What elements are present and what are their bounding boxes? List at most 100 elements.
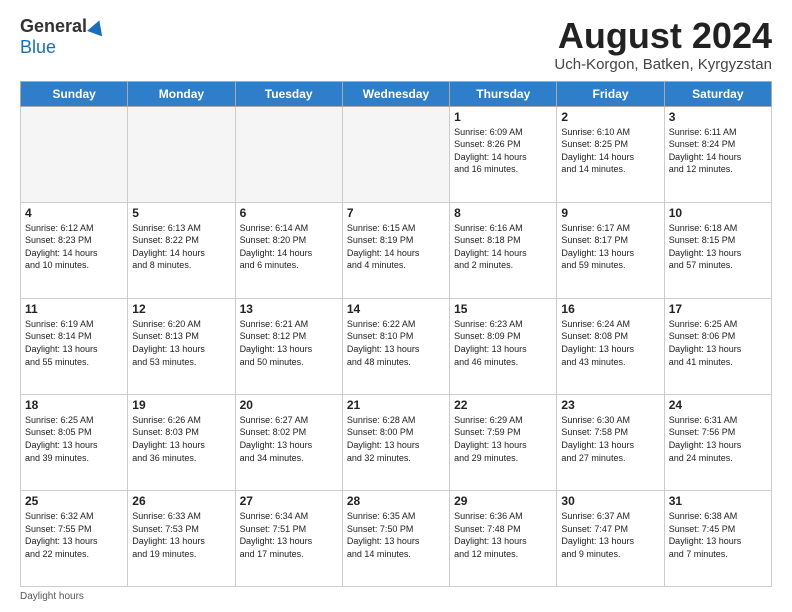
day-cell: 24 Sunrise: 6:31 AM Sunset: 7:56 PM Dayli… [664, 394, 771, 490]
header: General Blue August 2024 Uch-Korgon, Bat… [20, 16, 772, 73]
day-cell: 31 Sunrise: 6:38 AM Sunset: 7:45 PM Dayli… [664, 490, 771, 586]
calendar-location: Uch-Korgon, Batken, Kyrgyzstan [554, 56, 772, 73]
week-row-0: 1Sunrise: 6:09 AM Sunset: 8:26 PM Daylig… [21, 106, 772, 202]
day-cell: 26Sunrise: 6:33 AM Sunset: 7:53 PM Dayli… [128, 490, 235, 586]
day-cell: 10 Sunrise: 6:18 AM Sunset: 8:15 PM Dayli… [664, 202, 771, 298]
day-number: 29 [454, 494, 552, 508]
logo-triangle-icon [87, 17, 107, 36]
day-header-wednesday: Wednesday [342, 81, 449, 106]
day-info: Sunrise: 6:10 AM Sunset: 8:25 PM Dayligh… [561, 126, 659, 176]
day-cell: 16Sunrise: 6:24 AM Sunset: 8:08 PM Dayli… [557, 298, 664, 394]
week-row-1: 4Sunrise: 6:12 AM Sunset: 8:23 PM Daylig… [21, 202, 772, 298]
day-cell [342, 106, 449, 202]
day-cell: 27 Sunrise: 6:34 AM Sunset: 7:51 PM Dayli… [235, 490, 342, 586]
day-info: Sunrise: 6:29 AM Sunset: 7:59 PM Dayligh… [454, 414, 552, 464]
day-cell: 13 Sunrise: 6:21 AM Sunset: 8:12 PM Dayli… [235, 298, 342, 394]
logo-blue-text: Blue [20, 37, 56, 58]
day-cell: 3Sunrise: 6:11 AM Sunset: 8:24 PM Daylig… [664, 106, 771, 202]
day-info: Sunrise: 6:37 AM Sunset: 7:47 PM Dayligh… [561, 510, 659, 560]
day-number: 31 [669, 494, 767, 508]
day-cell: 25Sunrise: 6:32 AM Sunset: 7:55 PM Dayli… [21, 490, 128, 586]
calendar-header-row: SundayMondayTuesdayWednesdayThursdayFrid… [21, 81, 772, 106]
day-info: Sunrise: 6:25 AM Sunset: 8:05 PM Dayligh… [25, 414, 123, 464]
day-number: 30 [561, 494, 659, 508]
day-info: Sunrise: 6:26 AM Sunset: 8:03 PM Dayligh… [132, 414, 230, 464]
day-info: Sunrise: 6:27 AM Sunset: 8:02 PM Dayligh… [240, 414, 338, 464]
day-cell: 28 Sunrise: 6:35 AM Sunset: 7:50 PM Dayli… [342, 490, 449, 586]
day-info: Sunrise: 6:16 AM Sunset: 8:18 PM Dayligh… [454, 222, 552, 272]
day-number: 17 [669, 302, 767, 316]
day-cell: 22 Sunrise: 6:29 AM Sunset: 7:59 PM Dayli… [450, 394, 557, 490]
day-number: 10 [669, 206, 767, 220]
day-cell: 5 Sunrise: 6:13 AM Sunset: 8:22 PM Daylig… [128, 202, 235, 298]
day-number: 11 [25, 302, 123, 316]
day-cell: 30 Sunrise: 6:37 AM Sunset: 7:47 PM Dayli… [557, 490, 664, 586]
day-number: 21 [347, 398, 445, 412]
week-row-2: 11 Sunrise: 6:19 AM Sunset: 8:14 PM Dayli… [21, 298, 772, 394]
day-number: 20 [240, 398, 338, 412]
day-cell: 9Sunrise: 6:17 AM Sunset: 8:17 PM Daylig… [557, 202, 664, 298]
day-cell: 8 Sunrise: 6:16 AM Sunset: 8:18 PM Daylig… [450, 202, 557, 298]
day-info: Sunrise: 6:14 AM Sunset: 8:20 PM Dayligh… [240, 222, 338, 272]
day-cell: 23 Sunrise: 6:30 AM Sunset: 7:58 PM Dayli… [557, 394, 664, 490]
day-number: 27 [240, 494, 338, 508]
day-cell: 18 Sunrise: 6:25 AM Sunset: 8:05 PM Dayli… [21, 394, 128, 490]
day-number: 18 [25, 398, 123, 412]
day-number: 14 [347, 302, 445, 316]
day-number: 5 [132, 206, 230, 220]
page: General Blue August 2024 Uch-Korgon, Bat… [0, 0, 792, 612]
day-info: Sunrise: 6:11 AM Sunset: 8:24 PM Dayligh… [669, 126, 767, 176]
day-header-thursday: Thursday [450, 81, 557, 106]
day-number: 15 [454, 302, 552, 316]
day-info: Sunrise: 6:23 AM Sunset: 8:09 PM Dayligh… [454, 318, 552, 368]
day-info: Sunrise: 6:30 AM Sunset: 7:58 PM Dayligh… [561, 414, 659, 464]
day-number: 19 [132, 398, 230, 412]
day-info: Sunrise: 6:35 AM Sunset: 7:50 PM Dayligh… [347, 510, 445, 560]
day-cell: 21 Sunrise: 6:28 AM Sunset: 8:00 PM Dayli… [342, 394, 449, 490]
day-info: Sunrise: 6:34 AM Sunset: 7:51 PM Dayligh… [240, 510, 338, 560]
calendar-table: SundayMondayTuesdayWednesdayThursdayFrid… [20, 81, 772, 587]
day-number: 23 [561, 398, 659, 412]
day-number: 8 [454, 206, 552, 220]
title-block: August 2024 Uch-Korgon, Batken, Kyrgyzst… [554, 16, 772, 73]
day-cell: 6Sunrise: 6:14 AM Sunset: 8:20 PM Daylig… [235, 202, 342, 298]
day-cell: 4Sunrise: 6:12 AM Sunset: 8:23 PM Daylig… [21, 202, 128, 298]
day-info: Sunrise: 6:21 AM Sunset: 8:12 PM Dayligh… [240, 318, 338, 368]
day-info: Sunrise: 6:28 AM Sunset: 8:00 PM Dayligh… [347, 414, 445, 464]
day-info: Sunrise: 6:36 AM Sunset: 7:48 PM Dayligh… [454, 510, 552, 560]
day-cell [235, 106, 342, 202]
day-header-saturday: Saturday [664, 81, 771, 106]
day-cell: 29 Sunrise: 6:36 AM Sunset: 7:48 PM Dayli… [450, 490, 557, 586]
day-number: 22 [454, 398, 552, 412]
day-cell [128, 106, 235, 202]
day-cell: 19 Sunrise: 6:26 AM Sunset: 8:03 PM Dayli… [128, 394, 235, 490]
day-info: Sunrise: 6:18 AM Sunset: 8:15 PM Dayligh… [669, 222, 767, 272]
day-number: 13 [240, 302, 338, 316]
day-header-monday: Monday [128, 81, 235, 106]
footer-note: Daylight hours [20, 591, 772, 602]
day-info: Sunrise: 6:09 AM Sunset: 8:26 PM Dayligh… [454, 126, 552, 176]
day-number: 9 [561, 206, 659, 220]
day-number: 26 [132, 494, 230, 508]
day-number: 4 [25, 206, 123, 220]
week-row-4: 25Sunrise: 6:32 AM Sunset: 7:55 PM Dayli… [21, 490, 772, 586]
day-number: 25 [25, 494, 123, 508]
day-cell: 15 Sunrise: 6:23 AM Sunset: 8:09 PM Dayli… [450, 298, 557, 394]
day-number: 24 [669, 398, 767, 412]
day-info: Sunrise: 6:19 AM Sunset: 8:14 PM Dayligh… [25, 318, 123, 368]
week-row-3: 18 Sunrise: 6:25 AM Sunset: 8:05 PM Dayli… [21, 394, 772, 490]
day-header-tuesday: Tuesday [235, 81, 342, 106]
day-info: Sunrise: 6:13 AM Sunset: 8:22 PM Dayligh… [132, 222, 230, 272]
day-info: Sunrise: 6:31 AM Sunset: 7:56 PM Dayligh… [669, 414, 767, 464]
day-cell: 11 Sunrise: 6:19 AM Sunset: 8:14 PM Dayli… [21, 298, 128, 394]
day-info: Sunrise: 6:38 AM Sunset: 7:45 PM Dayligh… [669, 510, 767, 560]
day-number: 12 [132, 302, 230, 316]
day-number: 28 [347, 494, 445, 508]
day-header-friday: Friday [557, 81, 664, 106]
day-cell [21, 106, 128, 202]
logo-general-text: General [20, 16, 87, 37]
day-cell: 2Sunrise: 6:10 AM Sunset: 8:25 PM Daylig… [557, 106, 664, 202]
day-cell: 20 Sunrise: 6:27 AM Sunset: 8:02 PM Dayli… [235, 394, 342, 490]
day-cell: 14Sunrise: 6:22 AM Sunset: 8:10 PM Dayli… [342, 298, 449, 394]
day-header-sunday: Sunday [21, 81, 128, 106]
